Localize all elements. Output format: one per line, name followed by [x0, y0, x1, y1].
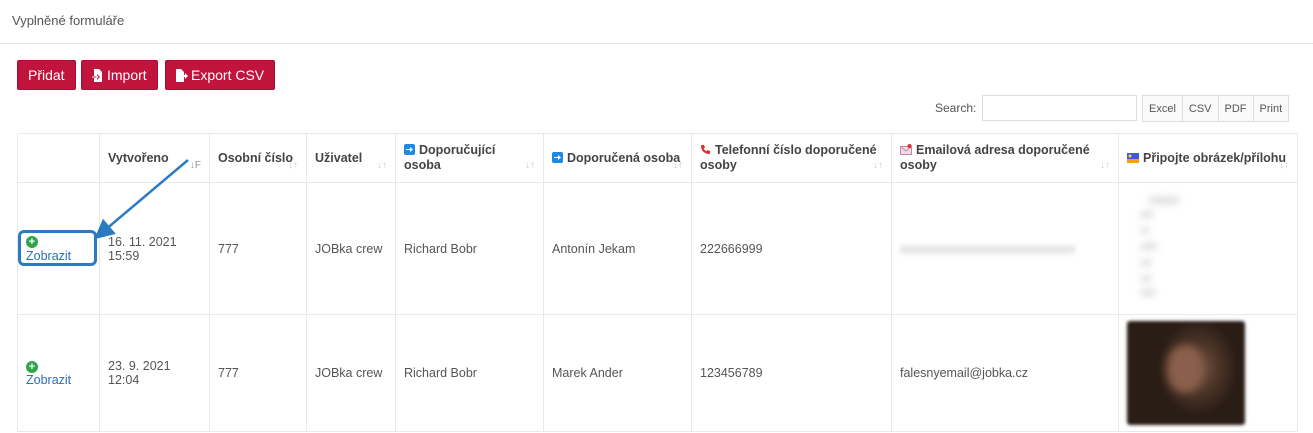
sort-icon: ↓↑ [525, 160, 535, 171]
attachment-cell [1118, 182, 1298, 315]
phone-cell: 222666999 [691, 182, 892, 315]
col-header-email[interactable]: Emailová adresa doporučené osoby ↓↑ [891, 133, 1119, 183]
sort-icon: ↓↑ [673, 160, 683, 171]
sort-desc-icon: ↓F [189, 160, 201, 171]
col-header-referred[interactable]: Doporučená osoba ↓↑ [543, 133, 692, 183]
created-time: 12:04 [108, 373, 140, 387]
col-header-label: Vytvořeno [108, 150, 169, 165]
sort-icon: ↓↑ [873, 160, 883, 171]
phone-cell: 123456789 [691, 314, 892, 432]
table-row: +Zobrazit 23. 9. 2021 12:04 777 JOBka cre… [17, 314, 1298, 432]
col-header-label: Telefonní číslo doporučené osoby [700, 143, 877, 172]
excel-export-button[interactable]: Excel [1142, 95, 1182, 122]
col-header-actions [17, 133, 100, 183]
sort-icon: ↓↑ [1279, 160, 1289, 171]
referrer-cell: Richard Bobr [395, 314, 544, 432]
email-cell: falesnyemail@jobka.cz [891, 314, 1119, 432]
page-title: Vyplněné formuláře [12, 13, 125, 28]
image-icon [1127, 152, 1139, 163]
file-import-icon [92, 68, 103, 82]
pdf-export-button[interactable]: PDF [1217, 95, 1253, 122]
personal-number-cell: 777 [209, 182, 307, 315]
blurred-photo-thumbnail[interactable] [1127, 321, 1245, 425]
import-button-label: Import [107, 67, 147, 83]
referred-cell: Marek Ander [543, 314, 692, 432]
export-button-group: Excel CSV PDF Print [1142, 95, 1290, 122]
user-cell: JOBka crew [306, 314, 396, 432]
blurred-email: xxxxxxxxxxxxxxxxxxxxxxxxxxxx [900, 241, 1075, 256]
created-time: 15:59 [108, 248, 140, 263]
search-label: Search: [935, 101, 977, 115]
add-button-label: Přidat [28, 67, 65, 83]
page-header: Vyplněné formuláře [0, 0, 1313, 44]
referred-cell: Antonín Jekam [543, 182, 692, 315]
personal-number-cell: 777 [209, 314, 307, 432]
created-cell: 23. 9. 2021 12:04 [99, 314, 210, 432]
created-cell: 16. 11. 2021 15:59 [99, 182, 210, 315]
expand-row-icon[interactable]: + [26, 236, 38, 249]
envelope-icon [900, 144, 912, 155]
created-date: 16. 11. 2021 [108, 234, 177, 249]
attachment-cell [1118, 314, 1298, 432]
col-header-label: Osobní číslo [218, 150, 294, 165]
file-export-icon [176, 68, 188, 82]
col-header-user[interactable]: Uživatel ↓↑ [306, 133, 396, 183]
print-button[interactable]: Print [1252, 95, 1290, 122]
export-csv-button-label: Export CSV [191, 67, 265, 83]
sort-icon: ↓↑ [1100, 160, 1110, 171]
col-header-phone[interactable]: Telefonní číslo doporučené osoby ↓↑ [691, 133, 892, 183]
row-actions-cell: +Zobrazit [17, 182, 100, 315]
col-header-label: Emailová adresa doporučené osoby [900, 143, 1090, 172]
csv-export-button[interactable]: CSV [1181, 95, 1218, 122]
view-link[interactable]: Zobrazit [26, 373, 71, 387]
col-header-created[interactable]: Vytvořeno ↓F [99, 133, 210, 183]
table-row: +Zobrazit 16. 11. 2021 15:59 777 JOBka cr… [17, 182, 1298, 315]
col-header-referrer[interactable]: Doporučující osoba ↓↑ [395, 133, 544, 183]
export-csv-button[interactable]: Export CSV [165, 60, 276, 90]
col-header-label: Připojte obrázek/přílohu [1143, 150, 1287, 165]
arrow-right-icon [404, 144, 415, 155]
email-cell: xxxxxxxxxxxxxxxxxxxxxxxxxxxx [891, 182, 1119, 315]
blurred-document-thumbnail[interactable] [1127, 194, 1242, 304]
add-button[interactable]: Přidat [17, 60, 76, 90]
expand-row-icon[interactable]: + [26, 360, 38, 373]
forms-table: Vytvořeno ↓F Osobní číslo ↓↑ Uživatel ↓↑ Do… [17, 133, 1298, 432]
col-header-personal-number[interactable]: Osobní číslo ↓↑ [209, 133, 307, 183]
table-header-row: Vytvořeno ↓F Osobní číslo ↓↑ Uživatel ↓↑ Do… [17, 133, 1298, 183]
import-button[interactable]: Import [81, 60, 158, 90]
sort-icon: ↓↑ [377, 160, 387, 171]
view-link[interactable]: Zobrazit [26, 249, 71, 263]
arrow-right-icon [552, 151, 563, 163]
search-input[interactable] [982, 95, 1137, 121]
created-date: 23. 9. 2021 [108, 359, 171, 373]
referrer-cell: Richard Bobr [395, 182, 544, 315]
col-header-label: Doporučená osoba [567, 150, 681, 165]
phone-icon [701, 145, 710, 154]
col-header-label: Doporučující osoba [404, 143, 496, 172]
col-header-attachment[interactable]: Připojte obrázek/přílohu ↓↑ [1118, 133, 1298, 183]
row-actions-cell: +Zobrazit [17, 314, 100, 432]
col-header-label: Uživatel [315, 150, 363, 165]
sort-icon: ↓↑ [288, 160, 298, 171]
user-cell: JOBka crew [306, 182, 396, 315]
